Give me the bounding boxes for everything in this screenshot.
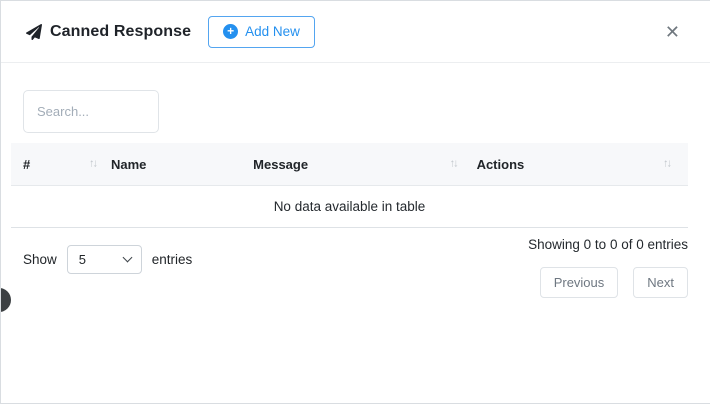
canned-response-table: # ↑↓ Name Message ↑↓ Actions ↑↓ <box>11 143 688 228</box>
search-input[interactable] <box>23 90 159 133</box>
column-header-name[interactable]: Name <box>99 143 241 186</box>
plus-circle-icon: + <box>223 24 238 39</box>
canned-response-dialog: Canned Response + Add New ✕ # ↑↓ Name <box>0 0 710 404</box>
add-new-label: Add New <box>245 24 300 39</box>
dialog-header: Canned Response + Add New ✕ <box>1 1 710 63</box>
empty-message: No data available in table <box>11 186 688 228</box>
previous-button[interactable]: Previous <box>540 267 619 298</box>
column-label: Actions <box>477 157 525 172</box>
dialog-body: # ↑↓ Name Message ↑↓ Actions ↑↓ <box>1 90 710 298</box>
sort-icon: ↑↓ <box>89 158 96 170</box>
paper-plane-icon <box>26 24 42 40</box>
table-info: Showing 0 to 0 of 0 entries <box>528 237 688 252</box>
table-header-row: # ↑↓ Name Message ↑↓ Actions ↑↓ <box>11 143 688 186</box>
sort-icon: ↑↓ <box>663 158 670 170</box>
column-header-index[interactable]: # ↑↓ <box>11 143 99 186</box>
add-new-button[interactable]: + Add New <box>208 16 315 48</box>
table-footer: Show 5 entries Showing 0 to 0 of 0 entri… <box>11 228 700 298</box>
dialog-title: Canned Response <box>50 23 191 41</box>
page-size-select-wrap: 5 <box>67 245 142 274</box>
column-label: Message <box>253 157 308 172</box>
show-label: Show <box>23 252 57 267</box>
entries-label: entries <box>152 252 193 267</box>
column-label: Name <box>111 157 146 172</box>
column-header-message[interactable]: Message ↑↓ <box>241 143 464 186</box>
pager: Previous Next <box>540 267 688 298</box>
pagination-area: Showing 0 to 0 of 0 entries Previous Nex… <box>528 236 688 298</box>
page-length-control: Show 5 entries <box>23 245 192 274</box>
column-header-actions[interactable]: Actions ↑↓ <box>465 143 688 186</box>
sort-icon: ↑↓ <box>450 158 457 170</box>
empty-row: No data available in table <box>11 186 688 228</box>
next-button[interactable]: Next <box>633 267 688 298</box>
page-size-select[interactable]: 5 <box>67 245 142 274</box>
close-icon[interactable]: ✕ <box>663 21 682 43</box>
column-label: # <box>23 157 30 172</box>
